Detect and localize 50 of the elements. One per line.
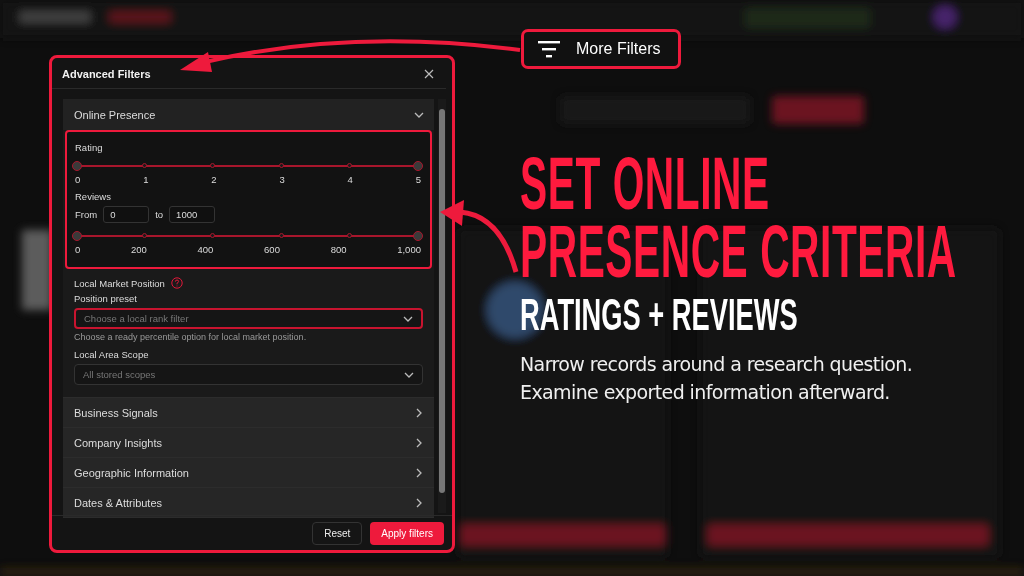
tick-label: 4 (347, 174, 353, 185)
tick-label: 600 (264, 244, 280, 255)
apply-button[interactable]: Apply filters (370, 522, 444, 545)
reset-button[interactable]: Reset (312, 522, 363, 545)
subtitle: RATINGS + REVIEWS (520, 292, 798, 338)
tick-label: 400 (197, 244, 214, 255)
close-icon[interactable] (424, 69, 434, 79)
headline: PRESENCE CRITERIA (520, 218, 957, 286)
tick-label: 2 (211, 174, 217, 185)
tick-label: 1 (143, 174, 149, 185)
tick-label: 0 (75, 244, 81, 255)
field-label: Position preset (74, 293, 138, 304)
tick-label: 3 (279, 174, 285, 185)
help-text: Choose a ready percentile option for local market position. (74, 332, 308, 342)
section-header[interactable]: Business Signals (63, 398, 434, 427)
field-label: Local Area Scope (74, 349, 150, 360)
section-header[interactable]: Company Insights (63, 428, 434, 457)
chevron-right-icon (414, 407, 424, 418)
chevron-right-icon (414, 467, 424, 478)
slider-thumb[interactable] (413, 231, 423, 241)
tick-label: 200 (131, 244, 147, 255)
field-label: Rating (75, 142, 104, 153)
chevron-right-icon (414, 437, 424, 448)
section-header[interactable]: Dates & Attributes (63, 488, 434, 517)
field-label: Local Market Position (74, 277, 165, 289)
dialog-title: Advanced Filters (62, 68, 151, 80)
scrollbar[interactable] (438, 99, 446, 513)
section-header[interactable]: Geographic Information (63, 458, 434, 487)
tick-label: 5 (415, 174, 421, 185)
description-text: Narrow records around a research question. (520, 352, 914, 377)
slider-thumb[interactable] (72, 231, 82, 241)
input-field[interactable]: 1000 (169, 206, 216, 223)
tick-label: 800 (330, 244, 347, 255)
tick-label: 1,000 (397, 244, 421, 255)
tick-label: 0 (75, 174, 81, 185)
callout-label: More Filters (576, 40, 661, 58)
slider-thumb[interactable] (413, 161, 423, 171)
field-label: Reviews (75, 191, 112, 202)
select-field[interactable]: Choose a local rank filter (74, 308, 423, 329)
chevron-right-icon (414, 497, 424, 508)
description-text: Examine exported information afterward. (520, 380, 891, 405)
headline: SET ONLINE (520, 150, 770, 218)
field-label: From (75, 209, 98, 220)
field-label: to (155, 209, 164, 220)
input-field[interactable]: 0 (103, 206, 150, 223)
filter-icon (538, 40, 560, 58)
select-field[interactable]: All stored scopes (74, 364, 423, 385)
section-header[interactable]: Online Presence (63, 99, 434, 130)
help-icon[interactable] (170, 277, 183, 289)
slider-thumb[interactable] (72, 161, 82, 171)
